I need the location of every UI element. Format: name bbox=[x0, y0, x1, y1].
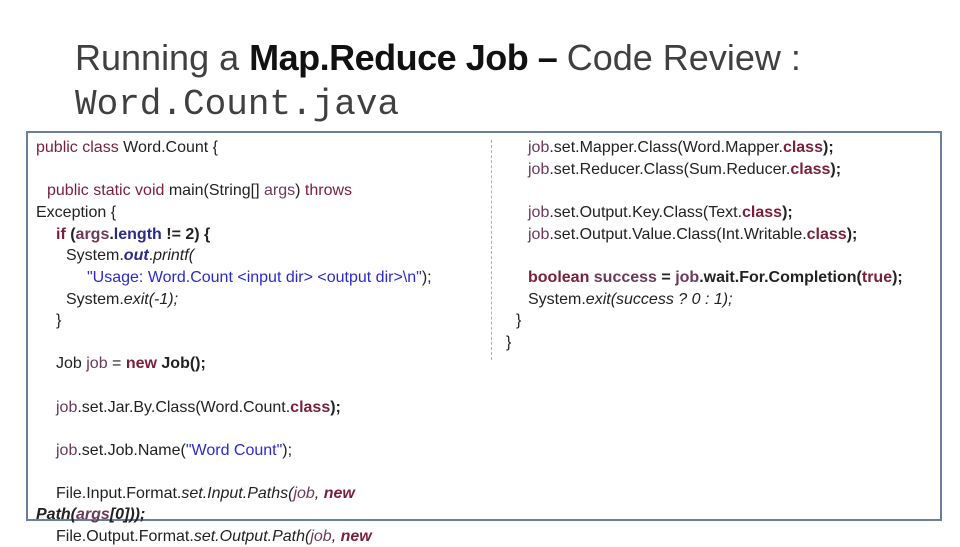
code-line: job.set.Reducer.Class(Sum.Reducer.class)… bbox=[528, 161, 842, 178]
title-prefix: Running a bbox=[75, 37, 250, 78]
column-divider bbox=[491, 140, 492, 360]
code-line: job.set.Mapper.Class(Word.Mapper.class); bbox=[528, 139, 834, 156]
code-line: Exception { bbox=[36, 204, 117, 221]
code-line: job.set.Output.Value.Class(Int.Writable.… bbox=[528, 226, 858, 243]
code-line: System.out.printf( bbox=[66, 247, 195, 264]
code-line: } bbox=[516, 312, 522, 329]
slide-title: Running a Map.Reduce Job – Code Review : bbox=[75, 34, 801, 82]
code-line: boolean success = job.wait.For.Completio… bbox=[528, 269, 903, 286]
slide-title-filename: Word.Count.java bbox=[75, 84, 400, 125]
code-line: job.set.Output.Key.Class(Text.class); bbox=[528, 204, 793, 221]
code-line: if (args.length != 2) { bbox=[56, 226, 211, 243]
code-line: System.exit(-1); bbox=[66, 291, 179, 308]
code-line: File.Output.Format.set.Output.Path(job, … bbox=[56, 528, 372, 545]
code-line: System.exit(success ? 0 : 1); bbox=[528, 291, 733, 308]
code-line: } bbox=[56, 312, 62, 329]
code-line: job.set.Job.Name("Word Count"); bbox=[56, 442, 293, 459]
code-line: public class Word.Count { bbox=[36, 139, 219, 156]
title-bold: Map.Reduce Job bbox=[249, 37, 529, 78]
code-line: } bbox=[506, 334, 512, 351]
code-line: "Usage: Word.Count <input dir> <output d… bbox=[87, 269, 432, 286]
code-line: Job job = new Job(); bbox=[56, 355, 206, 372]
code-line: job.set.Jar.By.Class(Word.Count.class); bbox=[56, 399, 341, 416]
code-line: public static void main(String[] args) t… bbox=[47, 182, 353, 199]
title-dash: – bbox=[528, 37, 567, 78]
title-suffix: Code Review : bbox=[566, 37, 801, 78]
code-line: Path(args[0])); bbox=[36, 506, 146, 523]
code-line: File.Input.Format.set.Input.Paths(job, n… bbox=[56, 485, 355, 502]
